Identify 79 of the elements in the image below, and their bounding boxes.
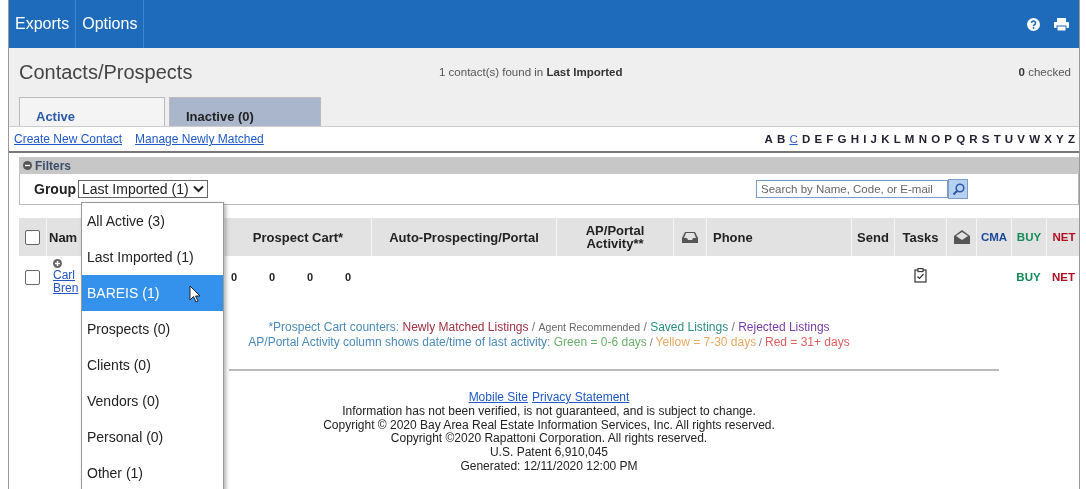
- footer-link[interactable]: Privacy Statement: [532, 391, 630, 405]
- tab[interactable]: Inactive (0): [169, 97, 321, 126]
- column-header[interactable]: AP/Portal Activity**: [557, 224, 673, 250]
- footer-text: Generated: 12/11/2020 12:00 PM: [460, 460, 638, 474]
- count: 0: [231, 271, 237, 283]
- buy-link[interactable]: BUY: [1011, 271, 1046, 283]
- letter-link[interactable]: T: [993, 133, 1001, 145]
- column-header[interactable]: NET: [1052, 230, 1076, 244]
- inbox-icon: [682, 230, 698, 244]
- column-header[interactable]: Phone: [713, 230, 753, 244]
- search-button[interactable]: [948, 179, 968, 199]
- dropdown-option[interactable]: Last Imported (1): [82, 239, 223, 275]
- chevron-down-icon: [192, 185, 204, 193]
- letter-link[interactable]: M: [904, 133, 915, 145]
- column-header[interactable]: Tasks: [902, 230, 939, 244]
- column-header[interactable]: CMA: [980, 230, 1008, 244]
- help-icon[interactable]: [1027, 17, 1040, 31]
- letter-link[interactable]: J: [870, 133, 877, 145]
- dropdown-option[interactable]: Vendors (0): [82, 383, 223, 419]
- letter-link[interactable]: C: [789, 133, 798, 145]
- column-header[interactable]: Send: [857, 230, 889, 244]
- count: 0: [269, 271, 275, 283]
- dropdown-option[interactable]: All Active (3): [82, 203, 223, 239]
- footer-text: Copyright ©2020 Rapattoni Corporation. All rights reserved.: [390, 432, 708, 447]
- print-icon[interactable]: [1054, 17, 1069, 31]
- legend-note: AP/Portal Activity column shows date/time of last activity: Green = 0-6 days / Yellow = 7-30 days / Red = 31+ days: [248, 335, 850, 350]
- letter-link[interactable]: P: [944, 133, 952, 145]
- legend-note: *Prospect Cart counters: Newly Matched Listings / Agent Recommended / Saved Listings / Rejected Listings: [268, 320, 830, 335]
- letter-link[interactable]: K: [881, 133, 890, 145]
- letter-link[interactable]: F: [826, 133, 834, 145]
- letter-link[interactable]: R: [969, 133, 978, 145]
- envelope-icon: [953, 230, 970, 244]
- checkbox[interactable]: [25, 229, 40, 245]
- letter-link[interactable]: H: [850, 133, 859, 145]
- clipboard-check-icon[interactable]: [913, 267, 927, 283]
- search-field[interactable]: Search by Name, Code, or E-mail: [756, 180, 948, 198]
- letter-link[interactable]: W: [1029, 133, 1041, 145]
- dropdown-option[interactable]: Prospects (0): [82, 311, 223, 347]
- letter-link[interactable]: V: [1017, 133, 1025, 145]
- letter-link[interactable]: G: [837, 133, 847, 145]
- link[interactable]: Manage Newly Matched: [135, 132, 264, 146]
- dropdown-option[interactable]: Personal (0): [82, 419, 223, 455]
- letter-link[interactable]: D: [801, 133, 811, 145]
- column-header[interactable]: Auto-Prospecting/Portal: [389, 230, 539, 244]
- checked-count: 0 checked: [1018, 66, 1071, 78]
- link[interactable]: Create New Contact: [14, 132, 123, 146]
- tab[interactable]: Active: [19, 97, 165, 126]
- filters-bar[interactable]: Filters: [19, 157, 1079, 174]
- letter-link[interactable]: Q: [956, 133, 966, 145]
- letter-link[interactable]: S: [981, 133, 990, 145]
- letter-link[interactable]: N: [918, 133, 927, 145]
- column-header[interactable]: Nam: [49, 230, 78, 244]
- expand-icon[interactable]: [53, 259, 62, 268]
- footer-text: U.S. Patent 6,910,045: [489, 446, 609, 460]
- count: 0: [307, 271, 313, 283]
- footer-link[interactable]: Mobile Site: [468, 391, 528, 405]
- cursor-icon: [189, 285, 201, 303]
- letter-link[interactable]: O: [931, 133, 941, 145]
- count: 0: [345, 271, 351, 283]
- letter-link[interactable]: Z: [1067, 133, 1075, 145]
- footer-text: Information has not been verified, is not guaranteed, and is subject to change.: [342, 404, 756, 419]
- net-link[interactable]: NET: [1046, 271, 1081, 283]
- letter-link[interactable]: E: [814, 133, 823, 145]
- group-select[interactable]: Last Imported (1): [78, 180, 208, 198]
- letter-link[interactable]: X: [1044, 133, 1052, 145]
- letter-link[interactable]: U: [1004, 133, 1014, 145]
- page-title: Contacts/Prospects: [19, 60, 194, 84]
- footer-text: Copyright © 2020 Bay Area Real Estate Information Services, Inc. All rights reserved.: [323, 418, 775, 433]
- letter-link[interactable]: L: [893, 133, 901, 145]
- column-header[interactable]: Prospect Cart*: [252, 230, 344, 244]
- group-label: Group: [34, 181, 76, 197]
- letter-link[interactable]: A: [764, 133, 773, 145]
- letter-link[interactable]: I: [863, 133, 867, 145]
- checkbox[interactable]: [25, 269, 40, 285]
- result-summary: 1 contact(s) found in Last Imported: [439, 66, 623, 78]
- dropdown-option[interactable]: Clients (0): [82, 347, 223, 383]
- letter-link[interactable]: B: [776, 133, 786, 145]
- dropdown-option[interactable]: Other (1): [82, 455, 223, 489]
- letter-link[interactable]: Y: [1056, 133, 1064, 145]
